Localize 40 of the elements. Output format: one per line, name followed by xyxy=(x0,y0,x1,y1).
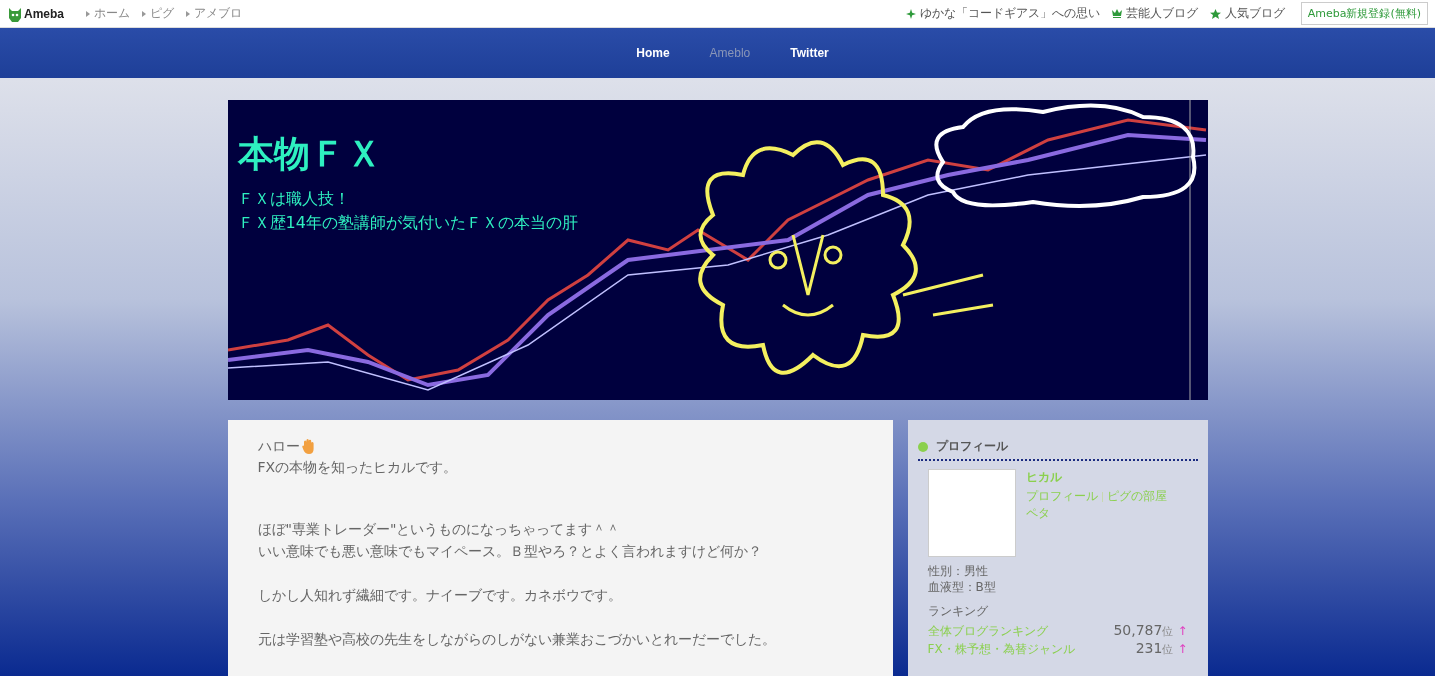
section-heading: プロフィール xyxy=(935,438,1008,455)
sparkle-icon xyxy=(905,8,916,19)
article-text: ほぼ"専業トレーダー"というものになっちゃってます＾＾ xyxy=(257,520,621,539)
article-text: 元は学習塾や高校の先生をしながらのしがない兼業おこづかいとれーだーでした。 xyxy=(257,630,776,649)
ranking-number: 231 xyxy=(1135,640,1163,656)
header-link[interactable]: ピグ xyxy=(142,5,174,22)
ranking-number: 50,787 xyxy=(1113,622,1163,638)
caret-icon xyxy=(142,10,146,17)
nav-link[interactable]: Ameblo xyxy=(709,46,751,60)
mascot-icon xyxy=(8,5,22,22)
header-link[interactable]: 人気ブログ xyxy=(1209,5,1285,22)
trend-arrow: ↑ xyxy=(1177,624,1188,638)
star-icon xyxy=(1209,8,1221,19)
logo-text: Ameba xyxy=(24,6,64,21)
profile-detail: 性別：男性 xyxy=(927,563,988,579)
blog-description: ＦＸは職人技！ xyxy=(237,188,351,210)
ranking-unit: 位 xyxy=(1162,643,1174,656)
dot-icon xyxy=(917,441,928,452)
header-link[interactable]: ホーム xyxy=(86,5,130,22)
caret-icon xyxy=(86,10,90,17)
ranking-heading: ランキング xyxy=(926,603,989,620)
blog-description: ＦＸ歴14年の塾講師が気付いたＦＸの本当の肝 xyxy=(237,212,578,234)
greeting-text: ハロー xyxy=(257,437,300,456)
hand-icon xyxy=(301,438,315,454)
header-link[interactable]: ゆかな「コードギアス」への思い xyxy=(905,5,1100,22)
crown-icon xyxy=(1111,9,1122,18)
ameba-logo[interactable]: Ameba xyxy=(8,5,64,22)
article-text: いい意味でも悪い意味でもマイペース。Ｂ型やろ？とよく言われますけど何か？ xyxy=(257,542,762,561)
nav-link[interactable]: Home xyxy=(636,46,670,60)
nav-link[interactable]: Twitter xyxy=(790,46,829,60)
caret-icon xyxy=(186,10,190,17)
header-link[interactable]: アメブロ xyxy=(186,5,242,22)
article-text: FXの本物を知ったヒカルです。 xyxy=(257,458,458,477)
blog-title[interactable]: 本物ＦＸ xyxy=(237,130,382,179)
article-text: しかし人知れず繊細です。ナイーブです。カネボウです。 xyxy=(257,586,622,605)
trend-arrow: ↑ xyxy=(1177,642,1188,656)
signup-button[interactable]: Ameba新規登録(無料) xyxy=(1300,2,1428,25)
header-link[interactable]: 芸能人ブログ xyxy=(1111,5,1198,22)
profile-detail: 血液型：B型 xyxy=(927,579,996,595)
ranking-unit: 位 xyxy=(1162,625,1174,638)
